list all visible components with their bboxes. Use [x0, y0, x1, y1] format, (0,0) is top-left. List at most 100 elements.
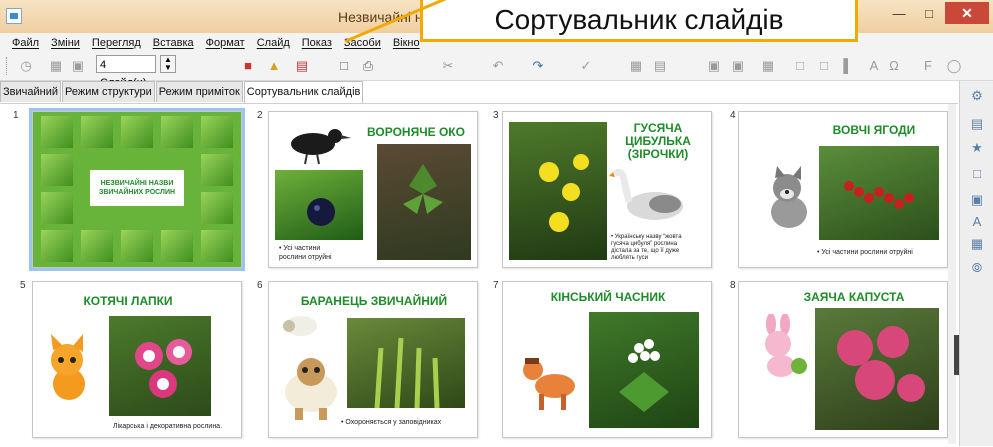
open-folder-icon[interactable]: ▲: [266, 58, 282, 74]
wolf-cub-image: [759, 164, 817, 236]
tab-outline[interactable]: Режим структури: [62, 81, 155, 102]
tab-notes[interactable]: Режим приміток: [155, 81, 243, 102]
styles-icon[interactable]: A: [968, 213, 986, 231]
master-slides-icon[interactable]: □: [968, 165, 986, 183]
navigator-icon[interactable]: ⦾: [968, 259, 986, 277]
crow-image: [279, 118, 355, 166]
slide-title: ЗАЯЧА КАПУСТА: [803, 290, 905, 304]
pink-flower-photo: [109, 316, 211, 416]
slide-note: • Усі частини рослини отруйні: [279, 244, 369, 262]
garlic-mustard-photo: [589, 312, 699, 428]
sidebar-collapse-handle[interactable]: [954, 335, 959, 375]
tab-normal[interactable]: Звичайний: [0, 81, 61, 102]
slide-layout-icon[interactable]: ▦: [48, 58, 64, 74]
berry-photo: [275, 170, 363, 240]
goose-image: [609, 168, 689, 230]
table-icon[interactable]: ▦: [760, 58, 776, 74]
print-icon[interactable]: ⎙: [360, 58, 376, 74]
slide-title-line: (ЗІРОЧКИ): [627, 147, 689, 161]
menu-file[interactable]: Файл: [12, 37, 39, 49]
menu-insert[interactable]: Вставка: [153, 37, 194, 49]
slide-thumbnail-5[interactable]: КОТЯЧІ ЛАПКИ Лікарська і декоративна рос…: [32, 281, 242, 438]
slide-number: 7: [493, 280, 499, 291]
slide-thumbnail-2[interactable]: ВОРОНЯЧЕ ОКО • Усі частини рослини отруй…: [268, 111, 478, 268]
spin-arrows-icon[interactable]: ▲ ▼: [160, 55, 176, 73]
view-tabs: Звичайний Режим структури Режим приміток…: [0, 81, 364, 103]
animation-icon[interactable]: ★: [968, 139, 986, 157]
slide-title: ВОВЧІ ЯГОДИ: [832, 123, 916, 137]
new-slide-icon[interactable]: ▣: [706, 58, 722, 74]
undo-icon[interactable]: ↶: [490, 58, 506, 74]
small-sheep-image: [279, 314, 321, 338]
slide-title-line: НЕЗВИЧАЙНІ НАЗВИ: [100, 180, 174, 187]
properties-icon[interactable]: ⚙: [968, 87, 986, 105]
clock-icon[interactable]: ◷: [18, 58, 34, 74]
close-button[interactable]: ✕: [945, 2, 989, 24]
menu-format[interactable]: Формат: [206, 37, 245, 49]
lamb-image: [277, 348, 345, 422]
cut-icon[interactable]: ✂: [440, 58, 456, 74]
impress-window: Незвичайні наз — □ ✕ Сортувальник слайді…: [0, 0, 993, 447]
callout-label: Сортувальник слайдів: [420, 0, 858, 42]
slide-thumbnail-3[interactable]: ГУСЯЧА ЦИБУЛЬКА (ЗІРОЧКИ) • Українську н…: [502, 111, 712, 268]
slides-per-row-spinbox[interactable]: 4 Слайд(и): [96, 55, 156, 89]
slide-number: 2: [257, 110, 263, 121]
export-pdf-icon[interactable]: □: [336, 58, 352, 74]
note-line: гусяча цибуля” рослина: [611, 241, 678, 247]
spelling-icon[interactable]: ✓: [578, 58, 594, 74]
slide-transition-icon[interactable]: ▤: [968, 115, 986, 133]
menu-slide[interactable]: Слайд: [257, 37, 290, 49]
slide-thumbnail-4[interactable]: ВОВЧІ ЯГОДИ • Усі частини рослини отруйн…: [738, 111, 948, 268]
display-views-icon[interactable]: ▤: [652, 58, 668, 74]
toolbar-grip[interactable]: [6, 57, 9, 75]
tab-slide-sorter[interactable]: Сортувальник слайдів: [243, 81, 364, 103]
menu-view[interactable]: Перегляд: [92, 37, 141, 49]
menu-window[interactable]: Вікно: [393, 37, 420, 49]
gallery-icon[interactable]: ▣: [968, 191, 986, 209]
new-document-icon[interactable]: ■: [240, 58, 256, 74]
special-character-icon[interactable]: Ω: [886, 58, 902, 74]
slide-thumbnail-7[interactable]: КІНСЬКИЙ ЧАСНИК: [502, 281, 712, 438]
slide-title: ВОРОНЯЧЕ ОКО: [367, 125, 465, 139]
menu-show[interactable]: Показ: [302, 37, 332, 49]
slide-title: НЕЗВИЧАЙНІ НАЗВИ ЗВИЧАЙНИХ РОСЛИН: [90, 170, 184, 206]
slide-thumbnail-8[interactable]: ЗАЯЧА КАПУСТА: [738, 281, 948, 438]
club-moss-photo: [347, 318, 465, 409]
slide-number: 8: [730, 280, 736, 291]
media-icon[interactable]: □: [816, 58, 832, 74]
kitten-image: [37, 334, 105, 406]
bunny-image: [751, 313, 813, 380]
textbox-icon[interactable]: A: [866, 58, 882, 74]
vertical-scrollbar[interactable]: [948, 104, 956, 444]
grid-icon[interactable]: ▦: [628, 58, 644, 74]
minimize-button[interactable]: —: [885, 2, 913, 24]
plant-photo: [377, 144, 471, 260]
slide-number: 1: [13, 110, 19, 121]
note-line: люблять гуси: [611, 255, 648, 261]
image-icon[interactable]: □: [792, 58, 808, 74]
note-line: • Українську назву “жовта: [611, 234, 682, 240]
slide-note: • Охороняється у заповідниках: [341, 419, 442, 426]
slide-show-icon[interactable]: ▣: [70, 58, 86, 74]
slide-title: КІНСЬКИЙ ЧАСНИК: [550, 290, 666, 304]
chart-icon[interactable]: ▌: [840, 58, 856, 74]
slide-title-line: ЗВИЧАЙНИХ РОСЛИН: [98, 189, 176, 196]
note-line: • Усі частини: [279, 245, 321, 252]
duplicate-slide-icon[interactable]: ▣: [730, 58, 746, 74]
fontwork-icon[interactable]: F: [920, 58, 936, 74]
slide-thumbnail-6[interactable]: БАРАНЕЦЬ ЗВИЧАЙНИЙ • Охороняється у запо…: [268, 281, 478, 438]
note-line: рослини отруйні: [279, 254, 332, 261]
redo-icon[interactable]: ↷: [530, 58, 546, 74]
horse-image: [517, 352, 587, 412]
save-icon[interactable]: ▤: [294, 58, 310, 74]
window-controls: — □ ✕: [885, 2, 989, 24]
shapes-icon[interactable]: ◯: [946, 58, 962, 74]
menu-edit[interactable]: Зміни: [51, 37, 80, 49]
slide-thumbnail-1[interactable]: НЕЗВИЧАЙНІ НАЗВИ ЗВИЧАЙНИХ РОСЛИН: [29, 108, 245, 271]
slide-title: ГУСЯЧА ЦИБУЛЬКА (ЗІРОЧКИ): [603, 122, 711, 161]
slide-number: 4: [730, 110, 736, 121]
slide-note: • Усі частини рослини отруйні: [817, 249, 913, 256]
sidebar-deck: ⚙ ▤ ★ □ ▣ A ▦ ⦾: [959, 81, 993, 446]
image-gallery-icon[interactable]: ▦: [968, 235, 986, 253]
maximize-button[interactable]: □: [915, 2, 943, 24]
